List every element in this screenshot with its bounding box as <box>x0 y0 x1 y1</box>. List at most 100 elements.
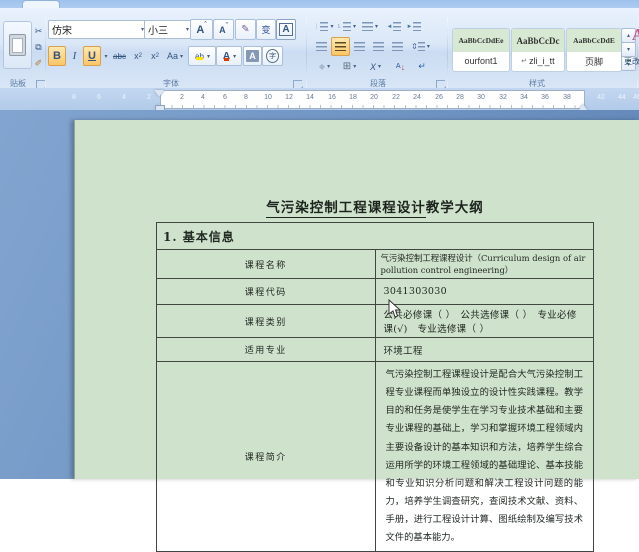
bold-button[interactable]: B <box>48 46 66 66</box>
style-preview: AaBbCcDc <box>512 29 564 52</box>
align-left-icon <box>316 42 327 51</box>
character-shading-button[interactable]: A <box>243 46 262 66</box>
phonetic-guide-button[interactable]: 变 <box>256 19 276 40</box>
document-title: 气污染控制工程课程设计教学大纲 <box>156 196 594 216</box>
basic-info-table: 1. 基本信息 课程名称 气污染控制工程课程设计（Curriculum desi… <box>156 222 594 552</box>
paragraph-mark-icon: ↵ <box>418 61 426 72</box>
borders-grid-icon: ⊞ <box>343 61 351 72</box>
subscript-button[interactable]: x2 <box>129 46 147 66</box>
table-row: 课程简介 气污染控制工程课程设计是配合大气污染控制工程专业课程而单独设立的设计性… <box>157 362 594 552</box>
superscript-idx: 2 <box>156 53 159 59</box>
style-preview: AaBbCcDdEe <box>453 29 509 52</box>
font-color-icon: A <box>222 51 231 62</box>
justify-button[interactable] <box>369 37 388 56</box>
row-value: 3041303030 <box>375 279 594 305</box>
style-item-footer[interactable]: AaBbCcDdE 页脚 <box>566 28 622 72</box>
align-center-icon <box>335 42 346 51</box>
style-preview: AaBbCcDdE <box>567 29 621 52</box>
show-marks-button[interactable]: ↵ <box>412 57 432 76</box>
chevron-down-icon: ▾ <box>104 53 107 60</box>
phonetic-guide-icon: 变 <box>261 23 270 36</box>
ruler-number: 2 <box>180 94 184 101</box>
ruler-number: 8 <box>72 94 76 101</box>
ruler-number: 38 <box>563 94 571 101</box>
shading-button[interactable]: ◆▾ <box>312 57 337 76</box>
chevron-down-icon: ▾ <box>375 23 378 30</box>
superscript-button[interactable]: x2 <box>146 46 164 66</box>
italic-button[interactable]: I <box>66 46 83 66</box>
decrease-indent-button[interactable]: ◄ <box>384 17 404 36</box>
ruler-number: 46 <box>633 94 639 101</box>
multilevel-list-button[interactable]: ▾ <box>358 17 382 36</box>
align-right-button[interactable] <box>350 37 369 56</box>
enclose-character-icon: 字 <box>266 49 279 63</box>
row-value: 气污染控制工程课程设计（Curriculum design of air pol… <box>375 250 594 279</box>
ribbon-tab-strip <box>0 0 639 8</box>
group-divider <box>306 18 307 94</box>
distribute-icon <box>392 42 403 51</box>
enclose-character-button[interactable]: 字 <box>262 46 283 66</box>
align-left-button[interactable] <box>312 37 331 56</box>
character-border-button[interactable]: A <box>276 19 296 40</box>
chevron-down-icon: ▾ <box>353 23 356 30</box>
subscript-idx: 2 <box>139 53 142 59</box>
ruler-number: 4 <box>201 94 205 101</box>
change-styles-label: 更改 <box>624 56 639 67</box>
justify-icon <box>373 42 384 51</box>
ruler-number: 22 <box>392 94 400 101</box>
indent-right-icon: ► <box>407 24 413 30</box>
bold-icon: B <box>53 50 61 62</box>
font-color-button[interactable]: A ▾ <box>216 46 242 66</box>
horizontal-ruler[interactable]: 8 6 4 2 2 4 6 8 10 12 14 16 18 20 22 24 … <box>0 88 639 110</box>
style-item-ourfont1[interactable]: AaBbCcDdEe ourfont1 <box>452 28 510 72</box>
font-name-combo[interactable]: 仿宋 ▾ <box>48 20 148 39</box>
row-label: 适用专业 <box>157 338 376 362</box>
clear-formatting-button[interactable]: ✎ <box>235 19 256 40</box>
change-case-button[interactable]: Aa▾ <box>163 46 187 66</box>
strikethrough-button[interactable]: abc <box>109 46 130 66</box>
distribute-button[interactable] <box>388 37 407 56</box>
line-spacing-icon: ⇕ <box>411 42 418 51</box>
chevron-down-icon: ▾ <box>233 53 236 60</box>
ruler-number: 6 <box>97 94 101 101</box>
numbering-button[interactable]: ⒈▾ <box>335 17 358 36</box>
ruler-number: 10 <box>264 94 272 101</box>
ruler-number: 12 <box>285 94 293 101</box>
document-workspace: 气污染控制工程课程设计教学大纲 1. 基本信息 课程名称 气污染控制工程课程设计… <box>0 110 639 479</box>
underline-icon: U <box>88 50 96 62</box>
shrink-font-button[interactable]: Aˇ <box>213 19 234 40</box>
grow-font-button[interactable]: Aˆ <box>190 19 213 40</box>
shading-bucket-icon: ◆ <box>319 62 325 71</box>
borders-button[interactable]: ⊞▾ <box>337 57 362 76</box>
font-color-bar <box>224 58 229 61</box>
ruler-number: 42 <box>597 94 605 101</box>
change-styles-icon: A <box>632 25 639 45</box>
paste-button[interactable] <box>3 21 32 69</box>
font-size-combo[interactable]: 小三 ▾ <box>144 20 193 39</box>
row-value: 环境工程 <box>375 338 594 362</box>
text-highlight-button[interactable]: ab ▾ <box>188 46 216 66</box>
mouse-cursor <box>388 299 401 323</box>
line-spacing-button[interactable]: ⇕▾ <box>408 37 433 56</box>
bullets-button[interactable]: ⋮▾ <box>312 17 335 36</box>
change-styles-button[interactable]: A <box>628 22 639 48</box>
sort-arrow-icon: ↓ <box>401 62 406 72</box>
align-center-button[interactable] <box>331 37 350 56</box>
style-name: ↵zli_i_tt <box>512 52 564 70</box>
ruler-number: 14 <box>306 94 314 101</box>
ruler-number: 30 <box>477 94 485 101</box>
style-name: ourfont1 <box>453 52 509 70</box>
chevron-down-icon: ▾ <box>186 26 189 33</box>
character-border-icon: A <box>279 23 292 36</box>
row-value: 气污染控制工程课程设计是配合大气污染控制工程专业课程而单独设立的设计性实践课程。… <box>375 362 594 552</box>
ruler-number: 16 <box>328 94 336 101</box>
increase-indent-button[interactable]: ► <box>404 17 424 36</box>
ruler-number: 2 <box>147 94 151 101</box>
chevron-down-icon: ▾ <box>378 63 381 70</box>
clear-formatting-icon: ✎ <box>241 24 249 35</box>
underline-button[interactable]: U <box>83 46 101 66</box>
asian-layout-button[interactable]: X▾ <box>362 57 389 76</box>
document-page[interactable]: 气污染控制工程课程设计教学大纲 1. 基本信息 课程名称 气污染控制工程课程设计… <box>74 120 639 479</box>
style-item-zli-i-tt[interactable]: AaBbCcDc ↵zli_i_tt <box>511 28 565 72</box>
sort-button[interactable]: A↓ <box>390 57 411 76</box>
